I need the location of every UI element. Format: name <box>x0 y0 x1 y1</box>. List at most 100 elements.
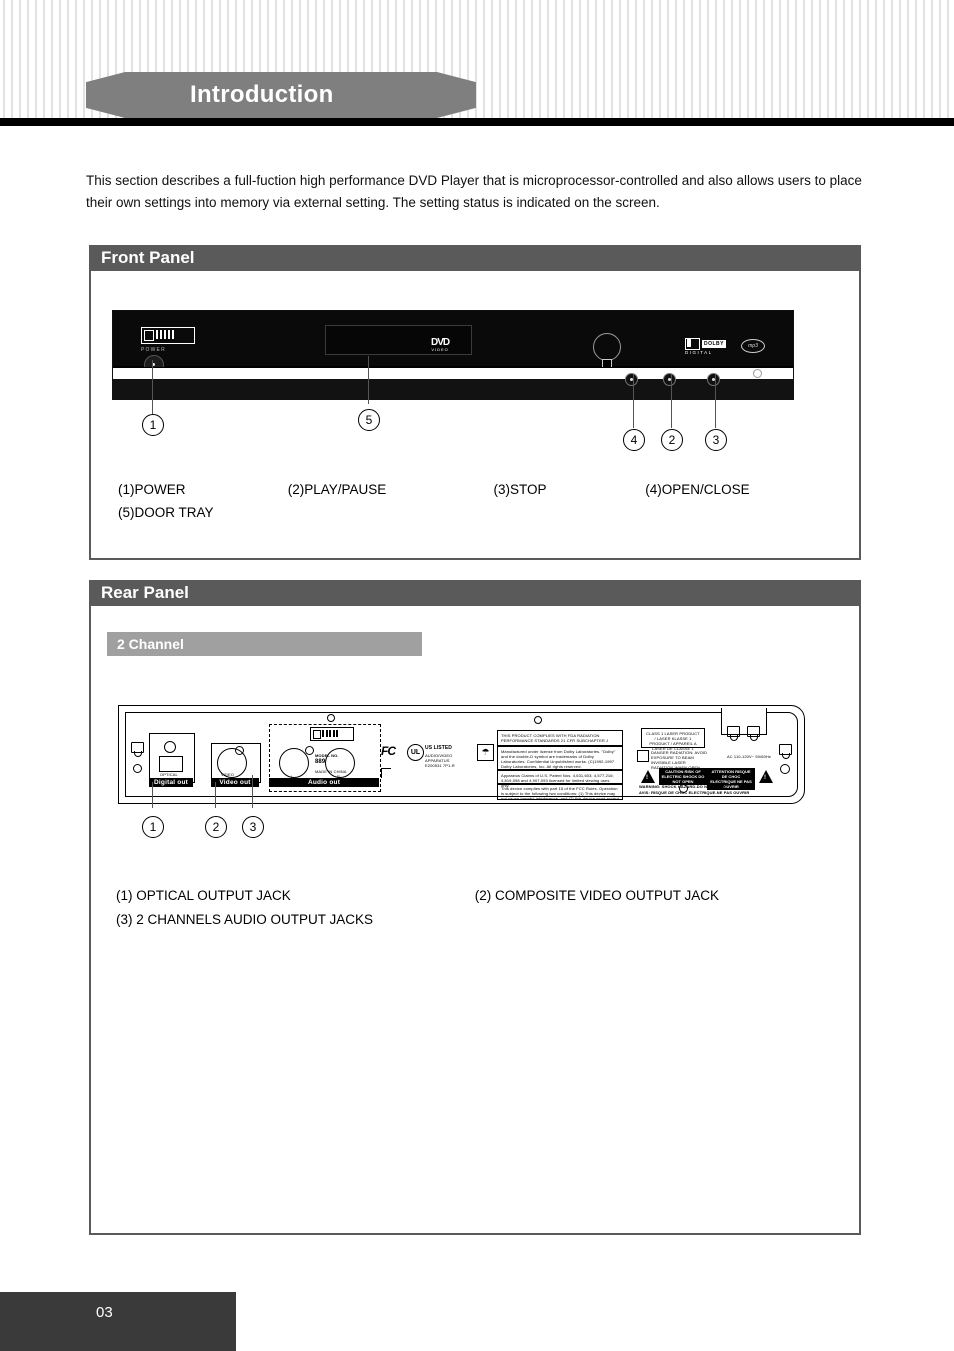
dvd-video-logo-icon: DVD VIDEO <box>431 337 450 352</box>
rear-panel-legend-row2: (3) 2 CHANNELS AUDIO OUTPUT JACKS <box>116 908 373 931</box>
leader-line-5 <box>368 356 369 404</box>
dvd-logo-sub: VIDEO <box>431 347 449 352</box>
power-rating-label: AC 110-120V~ 50/60Hz <box>726 754 772 759</box>
ul-sub-label: AUDIO/VIDEO APPARATUS E200531 7P1-R <box>425 753 455 768</box>
front-panel-sensor-hole-icon <box>753 369 762 378</box>
digital-out-label: Digital out <box>149 778 193 787</box>
warning-french-text: AVIS: RISQUE DE CHOC ELECTRIQUE-NE PAS O… <box>639 790 750 795</box>
digital-out-indicator-icon <box>164 741 176 753</box>
front-panel-section-header: Front Panel <box>89 245 861 271</box>
regulatory-box-2: Manufactured under license from Dolby La… <box>497 746 623 770</box>
rear-callout-1: 1 <box>142 816 164 838</box>
caution-triangle-left-icon <box>641 770 655 783</box>
legend-item-composite-video-output: (2) COMPOSITE VIDEO OUTPUT JACK <box>474 888 720 903</box>
legend-item-audio-output: (3) 2 CHANNELS AUDIO OUTPUT JACKS <box>116 912 374 927</box>
model-no-value: 889 <box>315 759 326 765</box>
rear-screw-hole-top2-icon <box>534 716 542 724</box>
ul-mark-icon: UL <box>407 744 424 761</box>
two-channel-label: 2 Channel <box>117 636 184 652</box>
front-panel-device-image: POWER DVD VIDEO DOLBY DIGITAL mp3 <box>112 310 794 400</box>
legend-item-open-close: (4)OPEN/CLOSE <box>645 482 750 497</box>
leader-line-3 <box>715 374 716 428</box>
caution-english-label: CAUTION RISK OF ELECTRIC SHOCK DO NOT OP… <box>659 768 707 785</box>
fcc-mark-icon: FC <box>381 744 396 758</box>
rear-amw-logo-icon <box>310 727 354 741</box>
leader-line-2 <box>671 374 672 428</box>
regulatory-text-2: Manufactured under license from Dolby La… <box>501 749 616 769</box>
front-panel-header-label: Front Panel <box>101 248 195 267</box>
worldwide-mark-icon: ☂ <box>477 744 494 761</box>
rear-callout-3: 3 <box>242 816 264 838</box>
display-dial-icon <box>593 333 621 361</box>
ul-listed-label: US LISTED <box>425 745 453 751</box>
callout-3: 3 <box>705 429 727 451</box>
optical-output-jack[interactable] <box>159 756 183 772</box>
regulatory-text-1: THIS PRODUCT COMPLIES WITH FDA RADIATION… <box>501 733 609 743</box>
rear-panel-header-label: Rear Panel <box>101 583 189 602</box>
callout-1: 1 <box>142 414 164 436</box>
video-sub-label: VIDEO <box>221 772 234 777</box>
audio-out-indicator-icon <box>305 746 314 755</box>
legend-item-door-tray: (5)DOOR TRAY <box>118 505 214 520</box>
model-no-label: MODEL NO. <box>315 753 339 758</box>
rear-screw-hole-right-icon <box>780 764 790 774</box>
laser-radiation-symbol-icon <box>637 750 649 762</box>
made-in-label: MADE IN CHINA <box>315 769 347 774</box>
optical-sub-label: OPTICAL <box>160 772 178 777</box>
rear-panel-device-image: OPTICAL Digital out VIDEO Video out L R … <box>118 705 805 804</box>
mp3-logo-icon: mp3 <box>741 339 765 353</box>
rear-screw-hole-left-icon <box>133 764 142 773</box>
dolby-logo-word: DOLBY <box>702 340 726 348</box>
page-title-banner: Introduction <box>86 72 476 118</box>
intro-paragraph: This section describes a full-fuction hi… <box>86 172 862 210</box>
legend-item-play-pause: (2)PLAY/PAUSE <box>287 482 387 497</box>
regulatory-box-3: Apparatus Claims of U.S. Patent Nos. 4,6… <box>497 770 623 788</box>
callout-2: 2 <box>661 429 683 451</box>
header-divider-rule <box>0 118 954 126</box>
leader-line-1 <box>152 360 153 414</box>
power-label: POWER <box>141 347 166 353</box>
rear-leader-line-1 <box>152 782 153 808</box>
callout-4: 4 <box>623 429 645 451</box>
two-channel-sub-header: 2 Channel <box>107 632 422 656</box>
leader-line-4 <box>633 374 634 428</box>
rear-output-terminal-icon <box>779 744 792 759</box>
legend-item-power: (1)POWER <box>118 482 186 497</box>
warning-english-text: WARNING: SHOCK HAZARD-DO NOT OPEN <box>639 784 726 789</box>
front-panel-lower-face <box>113 379 793 399</box>
open-close-button[interactable] <box>625 373 638 386</box>
laser-class-box: CLASS 1 LASER PRODUCT / LASER KLASSE 1 P… <box>641 728 705 751</box>
regulatory-text-4: This device complies with part 15 of the… <box>501 786 619 800</box>
rear-screw-hole-top-icon <box>327 714 335 722</box>
page-title: Introduction <box>190 81 334 108</box>
rear-leader-line-2 <box>215 782 216 808</box>
regulatory-box-4: This device complies with part 15 of the… <box>497 784 623 800</box>
rear-leader-line-3 <box>252 775 253 808</box>
stop-button[interactable] <box>707 373 720 386</box>
power-inlet-icon <box>727 726 740 741</box>
audio-out-label: Audio out <box>269 778 379 787</box>
laser-class-text: CLASS 1 LASER PRODUCT / LASER KLASSE 1 P… <box>646 731 700 751</box>
regulatory-box-1: THIS PRODUCT COMPLIES WITH FDA RADIATION… <box>497 730 623 746</box>
power-inlet-2-icon <box>747 726 760 741</box>
callout-5: 5 <box>358 409 380 431</box>
legend-item-optical-output: (1) OPTICAL OUTPUT JACK <box>116 888 291 903</box>
rear-callout-2: 2 <box>205 816 227 838</box>
rear-panel-section-header: Rear Panel <box>89 580 861 606</box>
legend-item-stop: (3)STOP <box>493 482 547 497</box>
dolby-digital-logo-icon: DOLBY <box>685 338 726 350</box>
front-panel-legend-row1: (1)POWER (2)PLAY/PAUSE (3)STOP (4)OPEN/C… <box>118 478 750 501</box>
laser-warning-text: DANGER RADIATION: AVOID EXPOSURE TO BEAM… <box>651 750 708 770</box>
crop-mark-icon <box>381 768 391 778</box>
page-number: 03 <box>96 1304 113 1321</box>
rear-panel-legend-row1: (1) OPTICAL OUTPUT JACK (2) COMPOSITE VI… <box>116 884 719 907</box>
page-footer: 03 <box>0 1292 236 1351</box>
ground-terminal-icon <box>131 742 144 757</box>
caution-triangle-right-icon <box>759 770 773 783</box>
video-out-indicator-icon <box>235 746 244 755</box>
amw-logo-icon <box>141 327 195 344</box>
door-tray[interactable] <box>325 325 472 355</box>
play-pause-button[interactable] <box>663 373 676 386</box>
dolby-logo-sub: DIGITAL <box>685 350 713 355</box>
front-panel-legend-row2: (5)DOOR TRAY <box>118 501 214 524</box>
